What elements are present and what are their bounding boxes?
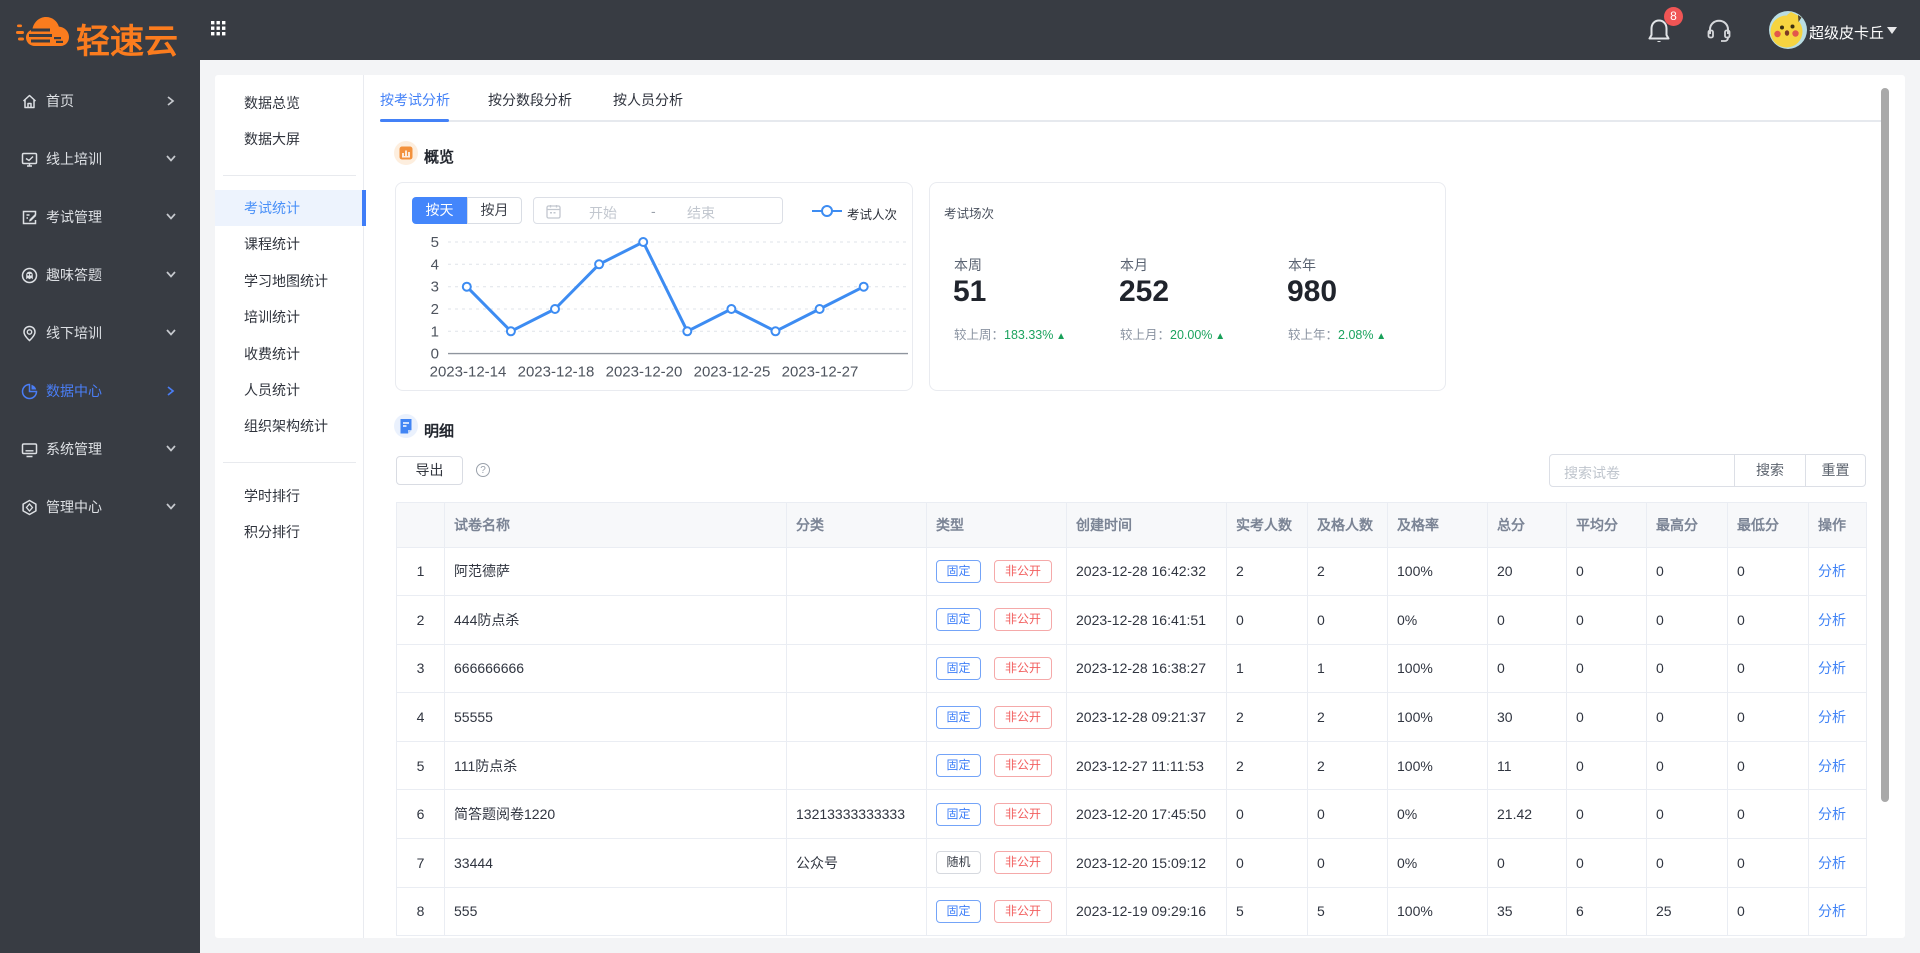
svg-text:2023-12-25: 2023-12-25 bbox=[694, 364, 771, 381]
svg-text:3: 3 bbox=[431, 279, 439, 296]
svg-text:2023-12-20: 2023-12-20 bbox=[606, 364, 683, 381]
svg-text:2: 2 bbox=[431, 301, 439, 318]
svg-text:2023-12-14: 2023-12-14 bbox=[430, 364, 507, 381]
svg-text:5: 5 bbox=[431, 234, 439, 251]
svg-text:1: 1 bbox=[431, 323, 439, 340]
svg-text:0: 0 bbox=[431, 346, 439, 363]
svg-text:4: 4 bbox=[431, 256, 439, 273]
svg-text:2023-12-18: 2023-12-18 bbox=[518, 364, 595, 381]
svg-text:2023-12-27: 2023-12-27 bbox=[782, 364, 859, 381]
